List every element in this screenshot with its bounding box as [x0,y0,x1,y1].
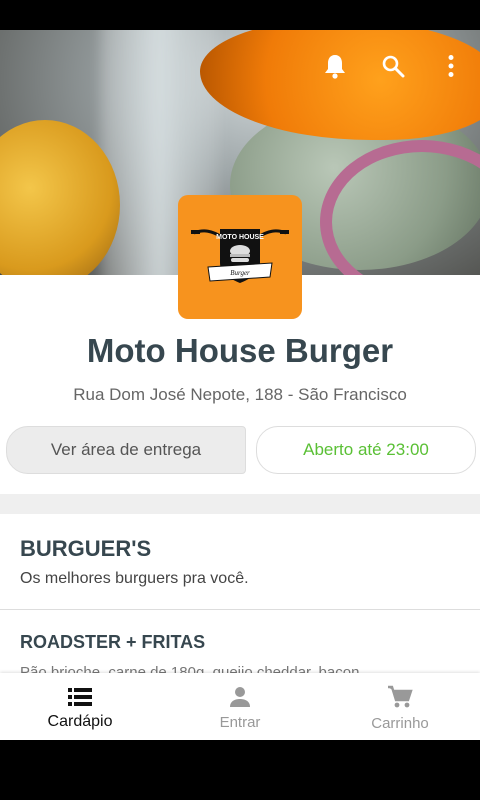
app-screen: MOTO HOUSE Burger Moto House Burger Rua … [0,30,480,740]
section-divider [0,494,480,514]
search-icon [382,55,405,78]
store-address: Rua Dom José Nepote, 188 - São Francisco [73,385,407,404]
bottom-navigation: Cardápio Entrar Carrinho [0,673,480,740]
person-icon [230,687,250,707]
tab-label: Cardápio [47,712,113,730]
menu-list-icon [68,687,92,706]
more-options-button[interactable] [422,48,480,84]
cart-icon [388,685,413,708]
opening-hours-badge[interactable]: Aberto até 23:00 [256,426,476,474]
product-title[interactable]: ROADSTER + FRITAS [20,632,205,653]
more-vertical-icon [448,55,454,77]
store-logo: MOTO HOUSE Burger [178,195,302,319]
tab-entrar[interactable]: Entrar [160,673,320,740]
tab-cardapio[interactable]: Cardápio [0,673,160,740]
logo-text-top: MOTO HOUSE [216,234,264,241]
tab-carrinho[interactable]: Carrinho [320,673,480,740]
notifications-button[interactable] [306,48,364,84]
store-name: Moto House Burger [86,332,394,369]
item-divider [0,609,480,610]
status-bar [0,0,480,30]
top-actions [306,48,480,84]
search-button[interactable] [364,48,422,84]
category-title: BURGUER'S [20,536,152,561]
logo-text-bottom: Burger [230,269,250,277]
tab-label: Entrar [219,714,261,731]
moto-house-logo: MOTO HOUSE Burger [191,229,289,283]
delivery-area-button[interactable]: Ver área de entrega [6,426,246,474]
bell-icon [325,55,345,79]
system-nav-bar [0,740,480,800]
category-subtitle: Os melhores burguers pra você. [20,570,249,587]
tab-label: Carrinho [371,715,429,732]
